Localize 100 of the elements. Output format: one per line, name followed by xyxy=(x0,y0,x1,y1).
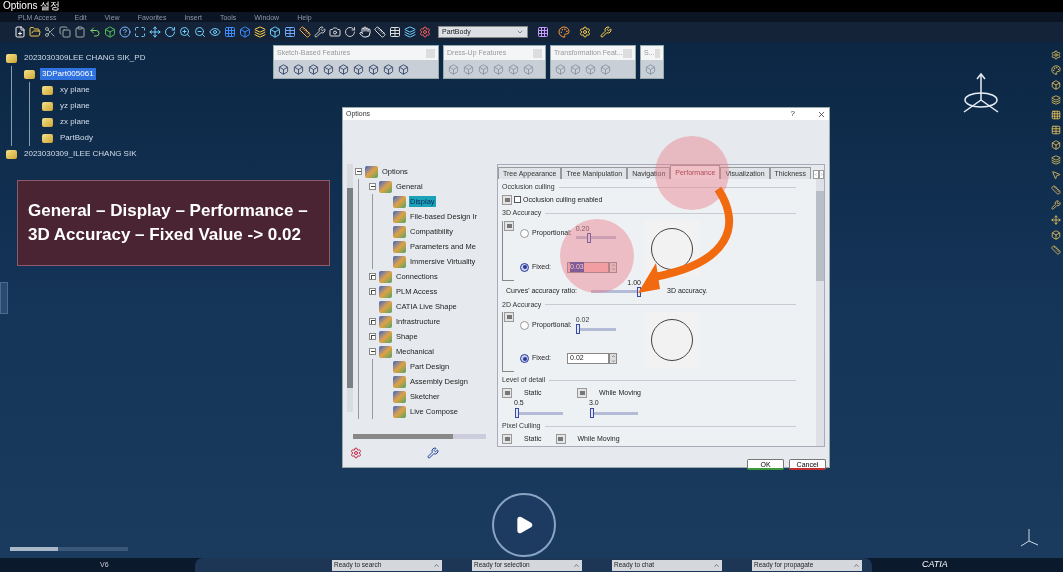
ruler-icon[interactable] xyxy=(299,26,311,38)
slider-thumb[interactable] xyxy=(586,232,591,243)
new-file-icon[interactable] xyxy=(14,26,26,38)
clipboard-icon[interactable] xyxy=(74,26,86,38)
collapse-toggle[interactable] xyxy=(369,348,376,355)
tool-icon[interactable] xyxy=(1051,215,1061,225)
node-icon xyxy=(365,165,378,178)
chevron-up-icon[interactable] xyxy=(713,561,720,569)
tree-item[interactable]: yz plane xyxy=(58,100,92,112)
ruler-icon[interactable] xyxy=(374,26,386,38)
hand-icon[interactable] xyxy=(359,26,371,38)
vertical-scrollbar[interactable] xyxy=(347,164,353,412)
slider-thumb[interactable] xyxy=(575,324,580,334)
cube-icon[interactable] xyxy=(308,63,319,75)
tool-icon[interactable] xyxy=(1051,140,1061,150)
tree-item[interactable]: xy plane xyxy=(58,84,92,96)
node-icon xyxy=(379,345,392,358)
folder-icon[interactable] xyxy=(29,26,41,38)
expand-toggle[interactable] xyxy=(369,318,376,325)
cube-icon[interactable] xyxy=(353,63,364,75)
vertical-scrollbar[interactable] xyxy=(816,179,824,446)
grid-icon[interactable] xyxy=(224,26,236,38)
camera-icon[interactable] xyxy=(329,26,341,38)
tree-item[interactable]: 2023030309_ILEE CHANG SIK xyxy=(22,148,139,160)
slider-thumb[interactable] xyxy=(590,408,594,418)
panel-handle[interactable] xyxy=(0,282,8,314)
tool-icon[interactable] xyxy=(1051,95,1061,105)
cube-icon[interactable] xyxy=(278,63,289,75)
tree-item[interactable]: zx plane xyxy=(58,116,92,128)
zoom-in-icon[interactable] xyxy=(179,26,191,38)
tool-icon[interactable] xyxy=(1051,125,1061,135)
tool-icon[interactable] xyxy=(1051,155,1061,165)
expand-toggle[interactable] xyxy=(369,333,376,340)
wrench-icon[interactable] xyxy=(427,447,439,459)
layers-icon[interactable] xyxy=(404,26,416,38)
radio-button[interactable] xyxy=(520,320,529,330)
cube-icon[interactable] xyxy=(368,63,379,75)
radio-button[interactable] xyxy=(520,229,529,238)
chevron-up-icon[interactable] xyxy=(573,561,580,569)
tool-icon[interactable] xyxy=(1051,110,1061,120)
tool-icon[interactable] xyxy=(1051,245,1061,255)
tool-icon[interactable] xyxy=(1051,185,1061,195)
tree-item[interactable]: PartBody xyxy=(58,132,95,144)
tool-icon[interactable] xyxy=(1051,80,1061,90)
annotation-text: General – Display – Performance – 3D Accuracy – Fixed Value -> 0.02 xyxy=(28,200,309,246)
node-icon xyxy=(379,315,392,328)
tool-icon[interactable] xyxy=(1051,170,1061,180)
cube-icon[interactable] xyxy=(338,63,349,75)
grid-icon[interactable] xyxy=(537,26,549,38)
close-icon[interactable] xyxy=(817,109,826,119)
horizontal-scrollbar[interactable] xyxy=(353,434,486,439)
cube-icon[interactable] xyxy=(239,26,251,38)
expand-toggle[interactable] xyxy=(369,288,376,295)
node-icon xyxy=(393,225,406,238)
view-icon[interactable] xyxy=(209,26,221,38)
radio-button[interactable] xyxy=(520,354,529,363)
horizontal-scrollbar[interactable] xyxy=(10,547,128,551)
table-icon[interactable] xyxy=(284,26,296,38)
help-icon[interactable] xyxy=(119,26,131,38)
tool-icon[interactable] xyxy=(1051,65,1061,75)
tree-item[interactable]: 2023030309LEE CHANG SIK_PD xyxy=(22,52,148,64)
rotate-icon[interactable] xyxy=(164,26,176,38)
gear-icon[interactable] xyxy=(419,26,431,38)
tool-icon[interactable] xyxy=(1051,200,1061,210)
rotate-icon[interactable] xyxy=(344,26,356,38)
cube-icon[interactable] xyxy=(104,26,116,38)
cube-icon[interactable] xyxy=(398,63,409,75)
play-icon[interactable] xyxy=(514,515,534,535)
slider-thumb[interactable] xyxy=(515,408,519,418)
node-icon xyxy=(393,210,406,223)
pan-icon[interactable] xyxy=(149,26,161,38)
tool-icon[interactable] xyxy=(1051,230,1061,240)
chevron-down-icon[interactable] xyxy=(516,28,524,36)
node-icon xyxy=(393,360,406,373)
palette-icon[interactable] xyxy=(558,26,570,38)
layers-icon[interactable] xyxy=(254,26,266,38)
node-icon xyxy=(393,255,406,268)
fit-all-icon[interactable] xyxy=(134,26,146,38)
cube-icon[interactable] xyxy=(323,63,334,75)
cube-icon[interactable] xyxy=(383,63,394,75)
chevron-up-icon[interactable] xyxy=(853,561,860,569)
tree-item[interactable]: 3DPart005061 xyxy=(40,68,96,80)
undo-icon[interactable] xyxy=(89,26,101,38)
radio-button[interactable] xyxy=(520,262,529,272)
copy-icon[interactable] xyxy=(59,26,71,38)
tab-scroll-right-button[interactable] xyxy=(818,170,824,179)
node-icon xyxy=(393,195,406,208)
tool-icon[interactable] xyxy=(1051,50,1061,60)
help-button[interactable]: ? xyxy=(790,108,795,120)
checkbox[interactable] xyxy=(514,196,521,204)
expand-toggle[interactable] xyxy=(369,273,376,280)
collapse-toggle[interactable] xyxy=(355,168,362,175)
node-icon xyxy=(393,375,406,388)
cube-icon[interactable] xyxy=(293,63,304,75)
tab-scroll-left-button[interactable] xyxy=(813,170,819,179)
cut-icon[interactable] xyxy=(44,26,56,38)
zoom-out-icon[interactable] xyxy=(194,26,206,38)
collapse-toggle[interactable] xyxy=(369,183,376,190)
chevron-up-icon[interactable] xyxy=(433,561,440,569)
gear-icon[interactable] xyxy=(350,447,362,459)
